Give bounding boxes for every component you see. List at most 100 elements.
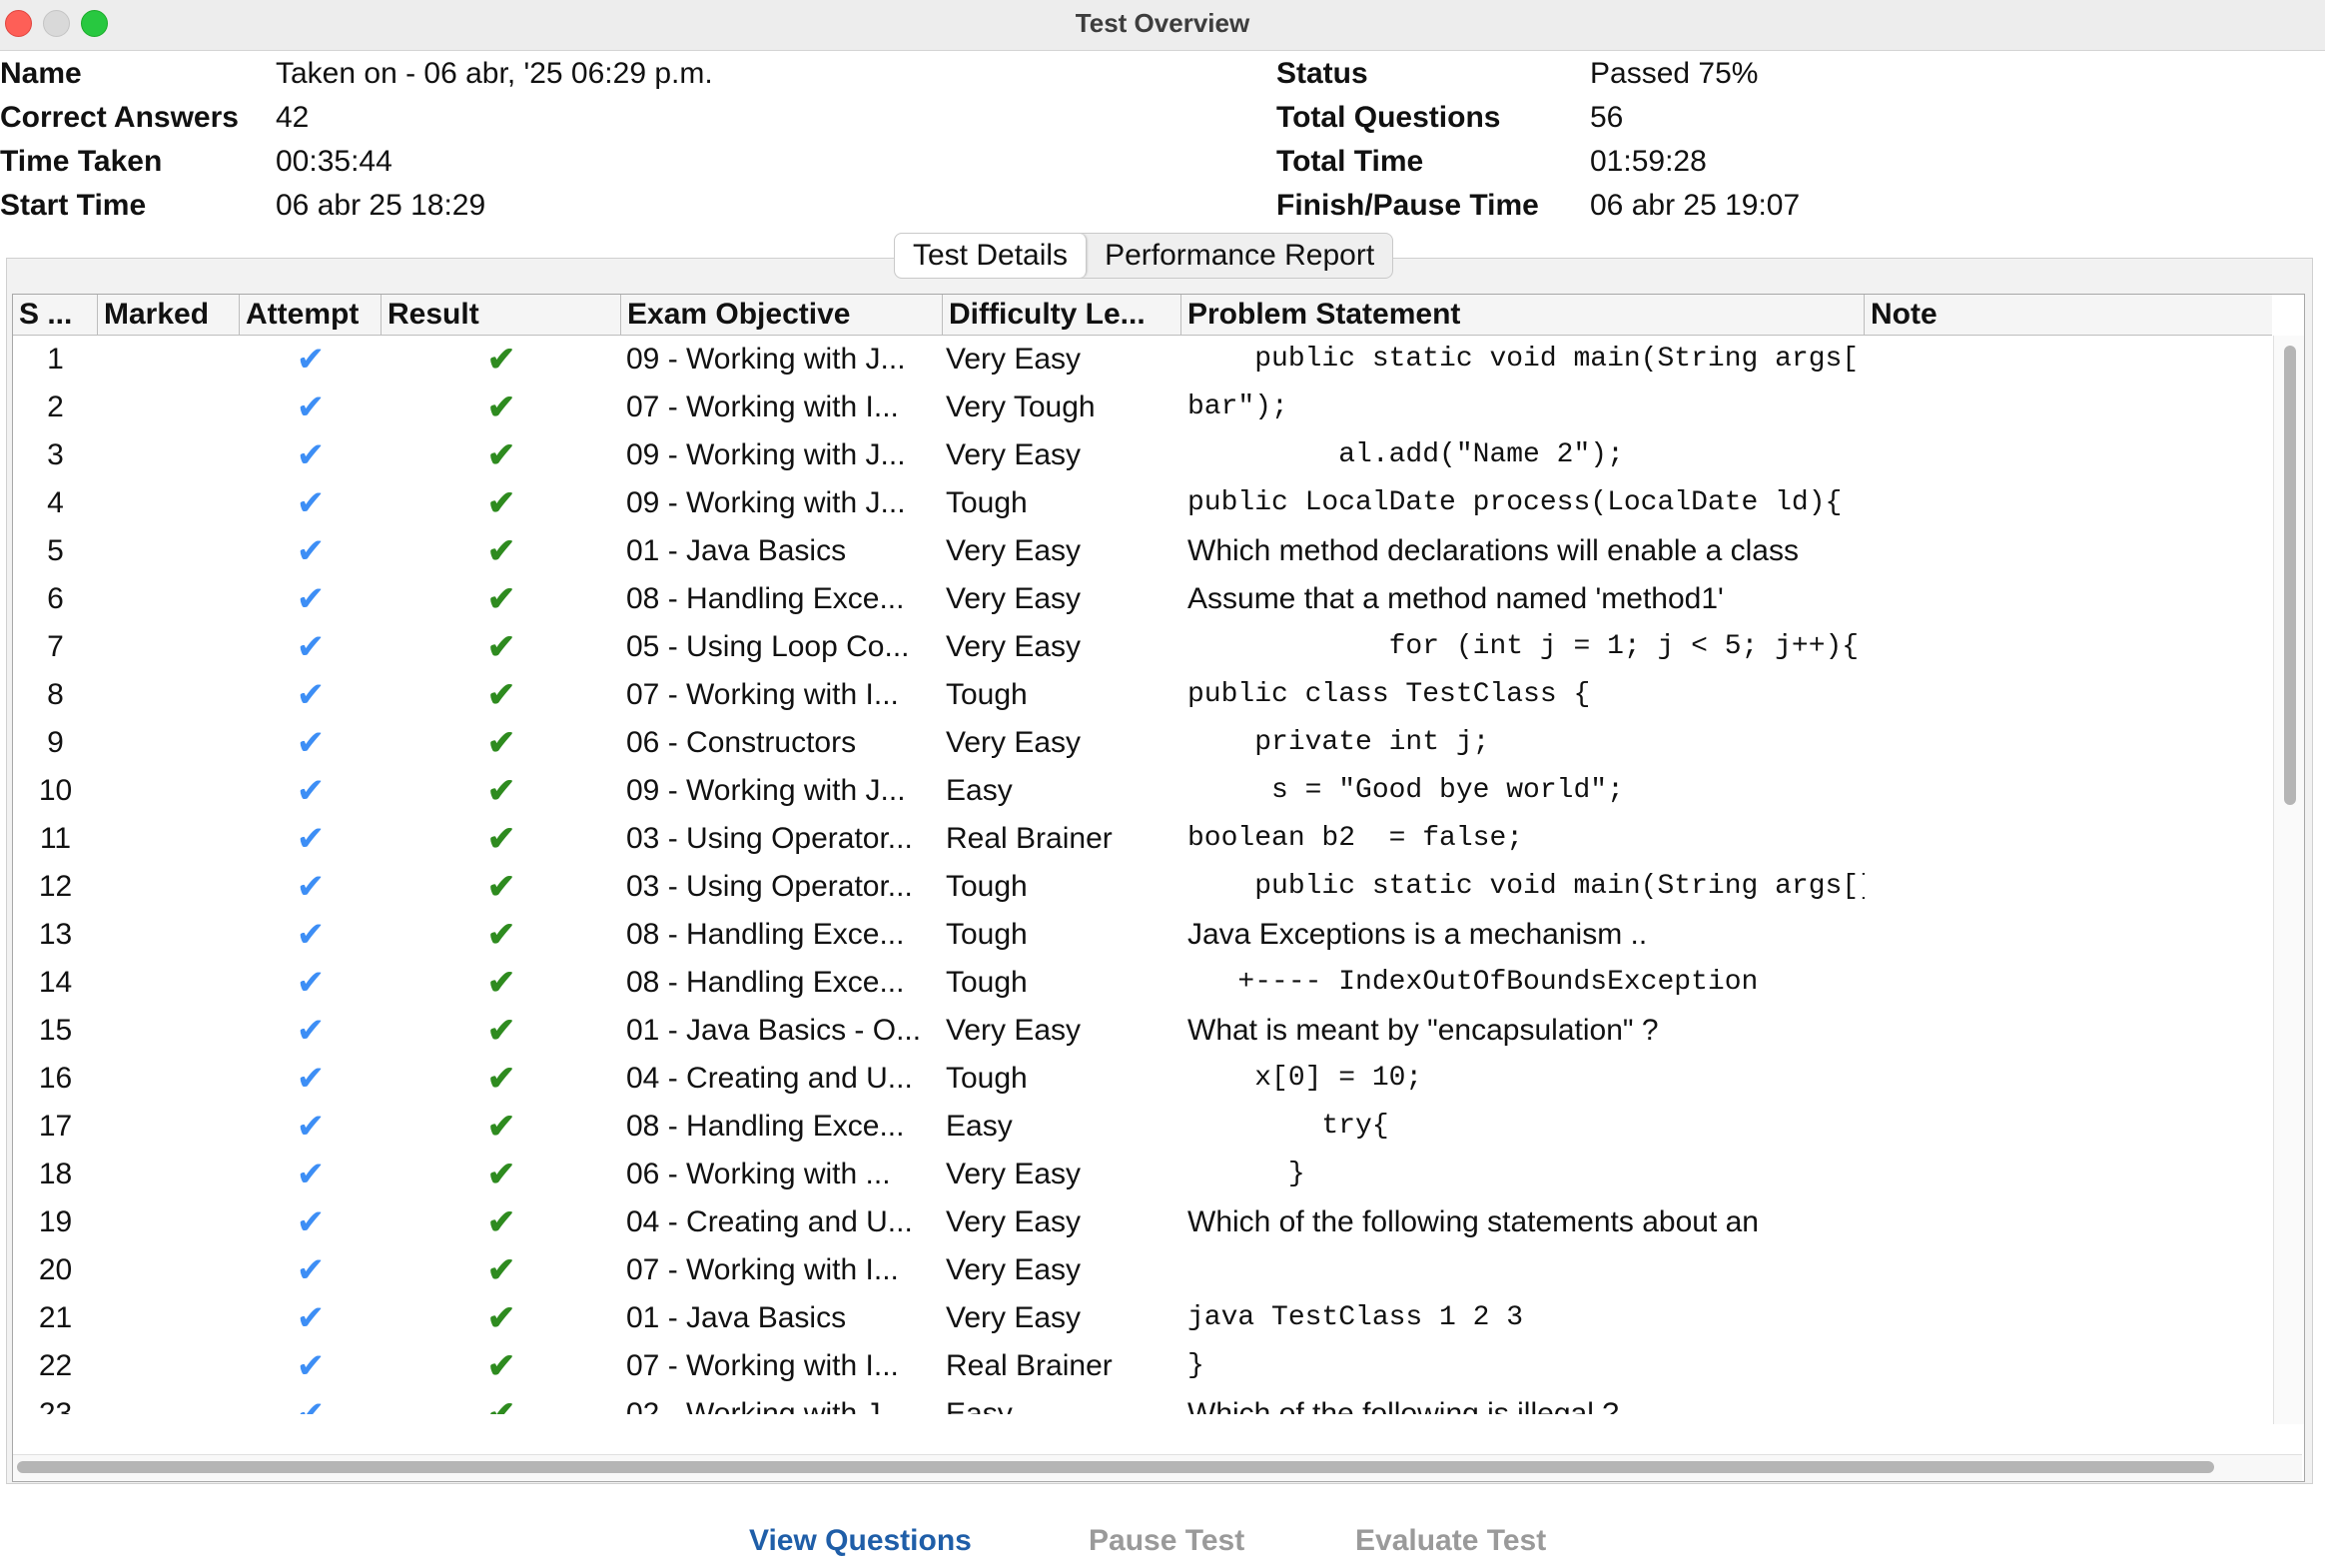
table-row[interactable]: 2 ✔ ✔ 07 - Working with I... Very Tough bar")… <box>13 384 2272 431</box>
table-row[interactable]: 14 ✔ ✔ 08 - Handling Exce... Tough +---- Ind… <box>13 959 2272 1007</box>
difficulty-cell: Tough <box>946 870 1028 903</box>
table-row[interactable]: 17 ✔ ✔ 08 - Handling Exce... Easy try{ <box>13 1103 2272 1151</box>
result-check-icon: ✔ <box>486 1156 516 1193</box>
serial-number-cell: 15 <box>38 1014 73 1047</box>
table-row[interactable]: 10 ✔ ✔ 09 - Working with J... Easy s = "Good… <box>13 767 2272 815</box>
table-row[interactable]: 1 ✔ ✔ 09 - Working with J... Very Easy publi… <box>13 336 2272 384</box>
table-row[interactable]: 22 ✔ ✔ 07 - Working with I... Real Brainer} <box>13 1342 2272 1390</box>
result-check-icon: ✔ <box>486 676 516 714</box>
result-check-icon: ✔ <box>486 580 516 618</box>
serial-number-cell: 14 <box>38 966 73 999</box>
table-row[interactable]: 3 ✔ ✔ 09 - Working with J... Very Easy al.ad… <box>13 431 2272 479</box>
exam-objective-cell: 04 - Creating and U... <box>626 1205 913 1238</box>
note-cell <box>1865 336 2272 384</box>
column-header-result[interactable]: Result <box>382 295 621 335</box>
attempt-check-icon: ✔ <box>296 436 326 474</box>
note-cell <box>1865 911 2272 959</box>
column-header-marked[interactable]: Marked <box>98 295 240 335</box>
serial-number-cell: 9 <box>47 726 64 759</box>
table-row[interactable]: 15 ✔ ✔ 01 - Java Basics - O... Very Easy What… <box>13 1007 2272 1055</box>
result-check-icon: ✔ <box>486 1108 516 1146</box>
difficulty-cell: Very Easy <box>946 1205 1082 1238</box>
tab-performance-report[interactable]: Performance Report <box>1087 234 1392 278</box>
attempt-check-icon: ✔ <box>296 820 326 858</box>
note-cell <box>1865 623 2272 671</box>
column-header-problem-statement[interactable]: Problem Statement <box>1181 295 1865 335</box>
result-check-icon: ✔ <box>486 724 516 762</box>
table-row[interactable]: 13 ✔ ✔ 08 - Handling Exce... Tough Java Excep… <box>13 911 2272 959</box>
total-time-label: Total Time <box>1276 145 1424 178</box>
table-row[interactable]: 5 ✔ ✔ 01 - Java Basics Very Easy Which method… <box>13 527 2272 575</box>
difficulty-cell: Tough <box>946 678 1028 711</box>
attempt-check-icon: ✔ <box>296 341 326 379</box>
view-questions-button[interactable]: View Questions <box>749 1524 972 1558</box>
result-check-icon: ✔ <box>486 628 516 666</box>
table-row[interactable]: 7 ✔ ✔ 05 - Using Loop Co... Very Easy for (i… <box>13 623 2272 671</box>
difficulty-cell: Tough <box>946 1062 1028 1095</box>
exam-objective-cell: 09 - Working with J... <box>626 438 906 471</box>
finish-pause-time-value: 06 abr 25 19:07 <box>1590 189 1801 222</box>
table-row[interactable]: 20 ✔ ✔ 07 - Working with I... Very Easy <box>13 1246 2272 1294</box>
table-row[interactable]: 16 ✔ ✔ 04 - Creating and U... Tough x[0] = 1… <box>13 1055 2272 1103</box>
table-row[interactable]: 4 ✔ ✔ 09 - Working with J... Tough public Loc… <box>13 479 2272 527</box>
column-header-exam-objective[interactable]: Exam Objective <box>621 295 943 335</box>
table-row[interactable]: 21 ✔ ✔ 01 - Java Basics Very Easy java TestCl… <box>13 1294 2272 1342</box>
note-cell <box>1865 479 2272 527</box>
correct-answers-value: 42 <box>276 101 310 134</box>
table-row[interactable]: 18 ✔ ✔ 06 - Working with ... Very Easy } <box>13 1151 2272 1198</box>
problem-statement-cell: Java Exceptions is a mechanism .. <box>1187 918 1648 951</box>
problem-statement-cell <box>1187 1246 1865 1294</box>
horizontal-scrollbar-thumb[interactable] <box>17 1461 2214 1473</box>
marked-cell <box>98 527 240 575</box>
table-row[interactable]: 19 ✔ ✔ 04 - Creating and U... Very Easy Which… <box>13 1198 2272 1246</box>
marked-cell <box>98 1198 240 1246</box>
note-cell <box>1865 719 2272 767</box>
pause-test-button[interactable]: Pause Test <box>1089 1524 1244 1558</box>
problem-statement-cell: java TestClass 1 2 3 <box>1187 1302 1524 1333</box>
table-row[interactable]: 6 ✔ ✔ 08 - Handling Exce... Very Easy Assume … <box>13 575 2272 623</box>
serial-number-cell: 23 <box>38 1397 73 1414</box>
result-check-icon: ✔ <box>486 916 516 954</box>
table-row[interactable]: 11 ✔ ✔ 03 - Using Operator... Real Brainer bo… <box>13 815 2272 863</box>
table-row[interactable]: 8 ✔ ✔ 07 - Working with I... Tough public cla… <box>13 671 2272 719</box>
serial-number-cell: 22 <box>38 1349 73 1382</box>
exam-objective-cell: 07 - Working with I... <box>626 391 899 423</box>
note-cell <box>1865 1342 2272 1390</box>
result-check-icon: ✔ <box>486 1251 516 1289</box>
table-row[interactable]: 9 ✔ ✔ 06 - Constructors Very Easy private in… <box>13 719 2272 767</box>
vertical-scrollbar-thumb[interactable] <box>2284 346 2296 805</box>
column-header-difficulty[interactable]: Difficulty Le... <box>943 295 1181 335</box>
table-row[interactable]: 12 ✔ ✔ 03 - Using Operator... Tough public s… <box>13 863 2272 911</box>
attempt-check-icon: ✔ <box>296 1060 326 1098</box>
difficulty-cell: Very Easy <box>946 438 1082 471</box>
vertical-scrollbar[interactable] <box>2273 336 2304 1424</box>
tab-test-details[interactable]: Test Details <box>895 234 1088 278</box>
problem-statement-cell: +---- IndexOutOfBoundsException <box>1187 967 1759 998</box>
result-check-icon: ✔ <box>486 484 516 522</box>
problem-statement-cell: public LocalDate process(LocalDate ld){ <box>1187 487 1843 518</box>
column-header-note[interactable]: Note <box>1865 295 2272 335</box>
results-table: S ... Marked Attempt Result Exam Objecti… <box>12 294 2305 1482</box>
difficulty-cell: Tough <box>946 486 1028 519</box>
difficulty-cell: Easy <box>946 1397 1013 1414</box>
result-check-icon: ✔ <box>486 532 516 570</box>
exam-objective-cell: 04 - Creating and U... <box>626 1062 913 1095</box>
difficulty-cell: Real Brainer <box>946 1349 1113 1382</box>
marked-cell <box>98 1007 240 1055</box>
note-cell <box>1865 1390 2272 1414</box>
difficulty-cell: Very Easy <box>946 582 1082 615</box>
problem-statement-cell: What is meant by "encapsulation" ? <box>1187 1014 1659 1047</box>
attempt-check-icon: ✔ <box>296 484 326 522</box>
difficulty-cell: Very Easy <box>946 630 1082 663</box>
table-row[interactable]: 23 ✔ ✔ 02 - Working with J... Easy Which of t… <box>13 1390 2272 1414</box>
result-check-icon: ✔ <box>486 1395 516 1414</box>
column-header-attempt[interactable]: Attempt <box>240 295 382 335</box>
attempt-check-icon: ✔ <box>296 1395 326 1414</box>
result-check-icon: ✔ <box>486 436 516 474</box>
problem-statement-cell: for (int j = 1; j < 5; j++){ <box>1187 631 1860 662</box>
note-cell <box>1865 767 2272 815</box>
horizontal-scrollbar[interactable] <box>13 1454 2302 1481</box>
column-header-serial[interactable]: S ... <box>13 295 98 335</box>
note-cell <box>1865 863 2272 911</box>
evaluate-test-button[interactable]: Evaluate Test <box>1355 1524 1546 1558</box>
